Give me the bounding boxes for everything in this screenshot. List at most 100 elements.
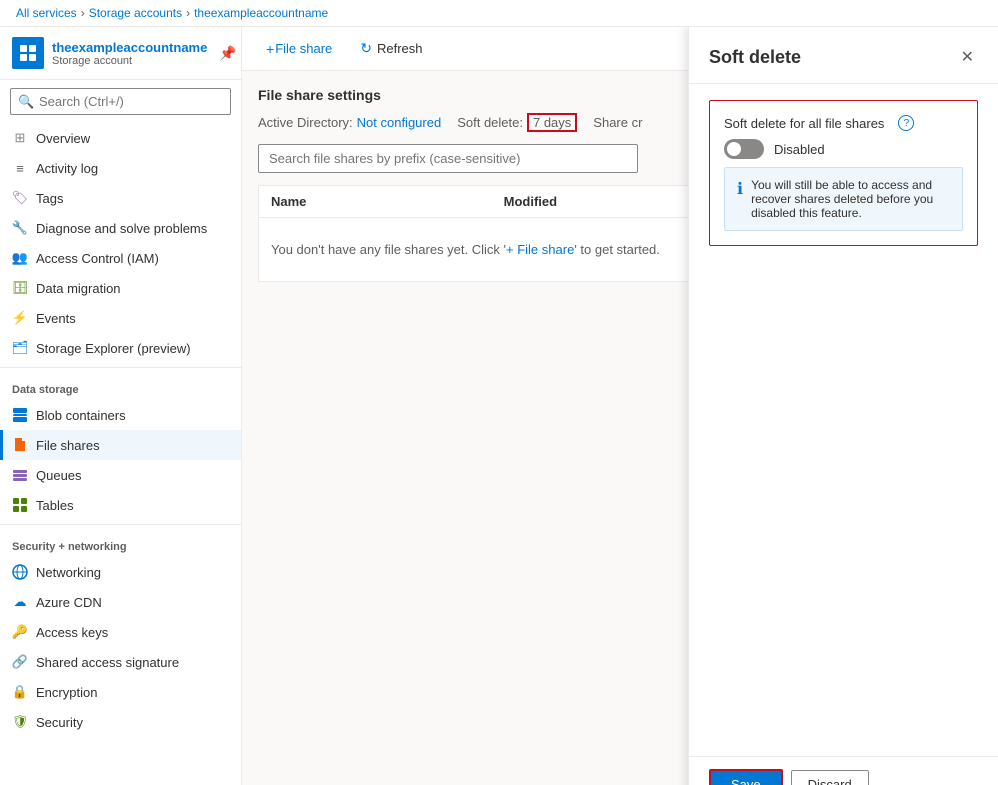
account-subtitle: Storage account xyxy=(52,55,207,67)
sidebar-item-tags[interactable]: 🏷 Tags xyxy=(0,183,241,213)
wrench-icon: 🔧 xyxy=(12,220,28,236)
sidebar-item-keys[interactable]: 🔑 Access keys xyxy=(0,617,241,647)
network-icon xyxy=(12,564,28,580)
divider-1 xyxy=(0,367,241,368)
sidebar-item-label: Encryption xyxy=(36,685,97,700)
sidebar-item-security[interactable]: 🛡 Security xyxy=(0,707,241,737)
shield-icon: 🛡 xyxy=(12,714,28,730)
refresh-button[interactable]: ↻ Refresh xyxy=(352,35,430,62)
sidebar-item-label: Access Control (IAM) xyxy=(36,251,159,266)
panel-header: Soft delete ✕ xyxy=(689,27,998,84)
sidebar-item-networking[interactable]: Networking xyxy=(0,557,241,587)
sidebar-item-explorer[interactable]: 🗂 Storage Explorer (preview) xyxy=(0,333,241,363)
account-header: theexampleaccountname Storage account 📌 … xyxy=(0,27,241,80)
add-file-share-button[interactable]: + File share xyxy=(258,36,340,62)
share-cross-label: Share cr xyxy=(593,115,642,130)
active-directory-item: Active Directory: Not configured xyxy=(258,115,441,130)
sidebar-item-label: Diagnose and solve problems xyxy=(36,221,207,236)
active-directory-label: Active Directory: xyxy=(258,115,353,130)
toggle-status-row: Disabled xyxy=(724,139,963,159)
search-icon: 🔍 xyxy=(18,94,34,110)
info-icon: ℹ xyxy=(737,179,743,220)
refresh-icon: ↻ xyxy=(360,40,372,57)
divider-2 xyxy=(0,524,241,525)
sidebar-item-activity-log[interactable]: ≡ Activity log xyxy=(0,153,241,183)
blob-icon xyxy=(12,407,28,423)
refresh-label: Refresh xyxy=(377,41,423,56)
sidebar-item-sas[interactable]: 🔗 Shared access signature xyxy=(0,647,241,677)
search-box: 🔍 xyxy=(10,88,231,115)
soft-delete-toggle[interactable] xyxy=(724,139,764,159)
breadcrumb: All services › Storage accounts › theexa… xyxy=(0,0,998,27)
sidebar-item-label: Tables xyxy=(36,498,74,513)
grid-icon: ⊞ xyxy=(12,130,28,146)
cdn-icon: ☁ xyxy=(12,594,28,610)
panel-content: Soft delete for all file shares ? Disabl… xyxy=(689,84,998,756)
list-icon: ≡ xyxy=(12,160,28,176)
search-prefix-input[interactable] xyxy=(258,144,638,173)
queue-icon xyxy=(12,467,28,483)
sidebar-item-events[interactable]: ⚡ Events xyxy=(0,303,241,333)
panel-close-button[interactable]: ✕ xyxy=(957,43,978,71)
sidebar-item-diagnose[interactable]: 🔧 Diagnose and solve problems xyxy=(0,213,241,243)
sidebar-item-label: Azure CDN xyxy=(36,595,102,610)
breadcrumb-account-name[interactable]: theexampleaccountname xyxy=(194,6,328,20)
pin-button[interactable]: 📌 xyxy=(215,43,240,64)
sidebar-item-iam[interactable]: 👥 Access Control (IAM) xyxy=(0,243,241,273)
soft-delete-toggle-label: Soft delete for all file shares xyxy=(724,116,884,131)
soft-delete-settings-box: Soft delete for all file shares ? Disabl… xyxy=(709,100,978,246)
toggle-status-text: Disabled xyxy=(774,142,825,157)
soft-delete-item: Soft delete: 7 days xyxy=(457,113,577,132)
info-text: You will still be able to access and rec… xyxy=(751,178,950,220)
sidebar-item-label: Security xyxy=(36,715,83,730)
share-cross-item: Share cr xyxy=(593,115,642,130)
sidebar-item-label: Overview xyxy=(36,131,90,146)
sidebar-item-label: Storage Explorer (preview) xyxy=(36,341,191,356)
breadcrumb-all-services[interactable]: All services xyxy=(16,6,77,20)
sidebar-item-label: Data migration xyxy=(36,281,121,296)
sidebar-item-fileshares[interactable]: File shares xyxy=(0,430,241,460)
sidebar-item-encryption[interactable]: 🔒 Encryption xyxy=(0,677,241,707)
sidebar-item-label: File shares xyxy=(36,438,100,453)
soft-delete-toggle-row: Soft delete for all file shares ? xyxy=(724,115,963,131)
sidebar: theexampleaccountname Storage account 📌 … xyxy=(0,27,242,785)
account-icon xyxy=(12,37,44,69)
key-icon: 🔑 xyxy=(12,624,28,640)
empty-text-end: ' to get started. xyxy=(574,242,660,257)
soft-delete-value[interactable]: 7 days xyxy=(527,113,577,132)
add-file-share-label: File share xyxy=(275,41,332,56)
sidebar-item-migration[interactable]: 🗄 Data migration xyxy=(0,273,241,303)
link-icon: 🔗 xyxy=(12,654,28,670)
bolt-icon: ⚡ xyxy=(12,310,28,326)
sidebar-item-queues[interactable]: Queues xyxy=(0,460,241,490)
sidebar-item-label: Networking xyxy=(36,565,101,580)
section-security-networking: Security + networking xyxy=(0,529,241,557)
add-file-share-link[interactable]: + File share xyxy=(506,242,574,257)
info-box: ℹ You will still be able to access and r… xyxy=(724,167,963,231)
save-button[interactable]: Save xyxy=(709,769,783,785)
empty-text: You don't have any file shares yet. Clic… xyxy=(271,242,506,257)
search-input[interactable] xyxy=(10,88,231,115)
tag-icon: 🏷 xyxy=(12,190,28,206)
plus-icon: + xyxy=(266,41,274,57)
col-name: Name xyxy=(271,194,504,209)
sidebar-item-label: Access keys xyxy=(36,625,108,640)
sidebar-item-label: Shared access signature xyxy=(36,655,179,670)
account-title-block: theexampleaccountname Storage account xyxy=(52,40,207,67)
sidebar-item-overview[interactable]: ⊞ Overview xyxy=(0,123,241,153)
toggle-slider xyxy=(724,139,764,159)
database-icon: 🗄 xyxy=(12,280,28,296)
account-name: theexampleaccountname xyxy=(52,40,207,55)
sidebar-scroll: ⊞ Overview ≡ Activity log 🏷 Tags 🔧 Diagn… xyxy=(0,123,241,785)
sidebar-item-label: Queues xyxy=(36,468,82,483)
sidebar-item-blob[interactable]: Blob containers xyxy=(0,400,241,430)
breadcrumb-storage-accounts[interactable]: Storage accounts xyxy=(89,6,182,20)
section-data-storage: Data storage xyxy=(0,372,241,400)
sidebar-item-tables[interactable]: Tables xyxy=(0,490,241,520)
sidebar-item-label: Blob containers xyxy=(36,408,126,423)
discard-button[interactable]: Discard xyxy=(791,770,869,785)
sidebar-item-cdn[interactable]: ☁ Azure CDN xyxy=(0,587,241,617)
active-directory-value[interactable]: Not configured xyxy=(357,115,442,130)
help-icon[interactable]: ? xyxy=(898,115,914,131)
sidebar-item-label: Events xyxy=(36,311,76,326)
